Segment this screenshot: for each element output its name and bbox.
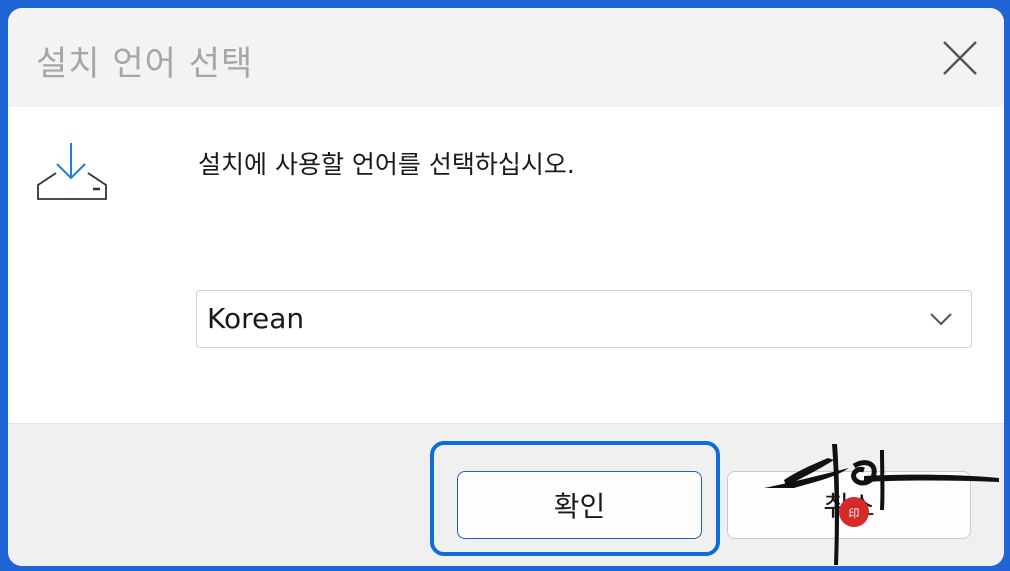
close-icon — [943, 41, 977, 75]
language-select-value: Korean — [207, 302, 305, 335]
calligraphy-watermark: 印 — [764, 444, 999, 565]
svg-text:印: 印 — [849, 507, 860, 520]
dialog-content: 설치에 사용할 언어를 선택하십시오. Korean — [8, 107, 1004, 423]
chevron-down-icon — [930, 313, 952, 326]
window-title: 설치 언어 선택 — [36, 44, 254, 84]
close-button[interactable] — [940, 38, 980, 78]
install-download-icon — [37, 143, 107, 200]
prompt-text: 설치에 사용할 언어를 선택하십시오. — [198, 150, 575, 179]
language-select[interactable]: Korean — [196, 290, 972, 348]
title-bar: 설치 언어 선택 — [8, 8, 1004, 107]
ok-button[interactable]: 확인 — [457, 471, 702, 539]
